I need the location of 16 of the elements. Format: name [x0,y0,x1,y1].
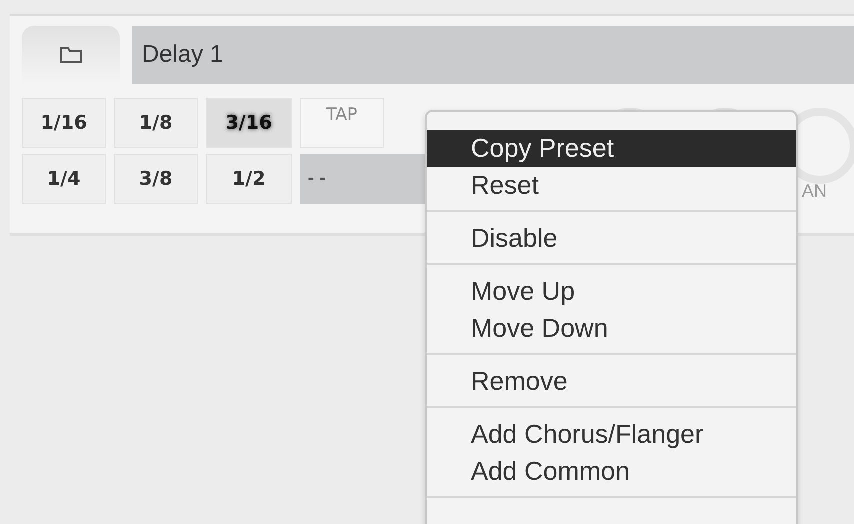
note-division-button[interactable]: 1/16 [22,98,106,148]
note-division-button[interactable]: 3/8 [114,154,198,204]
knob-label: AN [802,180,828,203]
folder-icon [59,46,83,64]
note-division-button[interactable]: 1/8 [114,98,198,148]
note-division-button[interactable]: 1/4 [22,154,106,204]
menu-item[interactable]: Copy Preset [427,130,796,167]
note-division-button[interactable]: 3/16 [206,98,292,148]
note-division-button[interactable]: 1/2 [206,154,292,204]
menu-item[interactable]: Add Chorus/Flanger [427,416,796,453]
menu-item[interactable]: Move Down [427,310,796,347]
menu-item[interactable]: Move Up [427,273,796,310]
menu-item[interactable]: Remove [427,363,796,400]
preset-title: Delay 1 [132,26,854,84]
menu-item[interactable]: Add Common [427,453,796,490]
menu-item[interactable]: Disable [427,220,796,257]
